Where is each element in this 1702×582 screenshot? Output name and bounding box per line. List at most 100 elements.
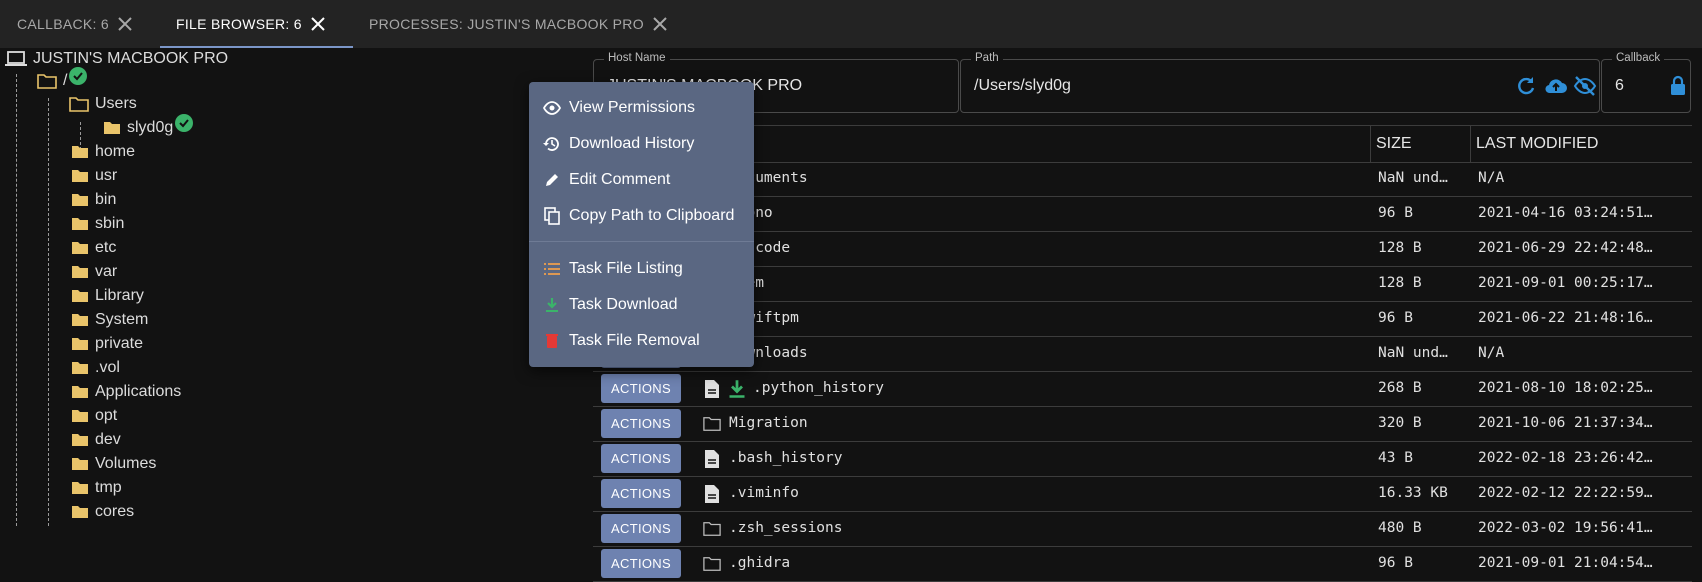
tree-node-dir[interactable]: sbin	[71, 215, 124, 233]
menu-item-view-permissions[interactable]: View Permissions	[543, 93, 695, 123]
table-row[interactable]: ACTIONS.mono96 B2021-04-16 03:24:51…	[593, 196, 1692, 232]
callback-field[interactable]: Callback 6	[1601, 52, 1691, 113]
tree-node-root-dir[interactable]: /	[37, 67, 88, 90]
actions-button[interactable]: ACTIONS	[601, 444, 681, 473]
callback-value: 6	[1615, 77, 1624, 94]
close-icon[interactable]	[117, 16, 133, 32]
tree-root-label: JUSTIN'S MACBOOK PRO	[33, 50, 229, 67]
trash-icon	[543, 332, 561, 350]
folder-icon	[72, 290, 88, 302]
file-modified: N/A	[1478, 345, 1505, 361]
file-name[interactable]: .gem	[729, 266, 1329, 301]
actions-button[interactable]: ACTIONS	[601, 514, 681, 543]
tab-callback[interactable]: CALLBACK: 6	[17, 0, 133, 48]
file-modified: 2022-02-12 22:22:59…	[1478, 485, 1653, 501]
tree-node-user[interactable]: slyd0g	[103, 114, 194, 137]
folder-icon	[72, 242, 88, 254]
tree-node-dir[interactable]: private	[71, 335, 143, 353]
table-row[interactable]: ACTIONS .python_history 268 B 2021-08-10 18…	[593, 371, 1692, 407]
file-icon	[705, 450, 719, 468]
file-name[interactable]: .python_history	[753, 371, 1353, 406]
folder-outline-icon	[703, 557, 721, 571]
close-icon[interactable]	[310, 16, 326, 32]
file-size: 43 B	[1378, 450, 1413, 466]
tree-guide	[16, 74, 17, 526]
tree-node-label: private	[95, 335, 144, 352]
file-name[interactable]: .vscode	[729, 231, 1329, 266]
tree-node-dir[interactable]: home	[71, 143, 135, 161]
column-header-size[interactable]: SIZE	[1370, 126, 1470, 162]
table-row[interactable]: ACTIONSDocumentsNaN und…N/A	[593, 161, 1692, 197]
refresh-icon[interactable]	[1514, 74, 1538, 98]
file-name[interactable]: Downloads	[729, 336, 1329, 371]
menu-item-label: Copy Path to Clipboard	[569, 207, 735, 224]
tree-node-dir[interactable]: tmp	[71, 479, 122, 497]
menu-item-label: Edit Comment	[569, 171, 671, 188]
folder-icon	[72, 146, 88, 158]
eye-off-icon[interactable]	[1573, 74, 1597, 98]
file-name[interactable]: Documents	[729, 161, 1329, 196]
table-row[interactable]: ACTIONSDownloadsNaN und…N/A	[593, 336, 1692, 372]
menu-item-edit-comment[interactable]: Edit Comment	[543, 165, 670, 195]
folder-icon	[104, 122, 120, 134]
table-row[interactable]: ACTIONS .viminfo 16.33 KB 2022-02-12 22:22:…	[593, 476, 1692, 512]
tab-processes[interactable]: PROCESSES: JUSTIN'S MACBOOK PRO	[369, 0, 668, 48]
tab-processes-label: PROCESSES: JUSTIN'S MACBOOK PRO	[369, 16, 644, 32]
column-header-modified[interactable]: LAST MODIFIED	[1470, 126, 1692, 162]
file-name[interactable]: .ghidra	[729, 546, 1329, 581]
tree-node-dir[interactable]: etc	[71, 239, 116, 257]
file-name[interactable]: .bash_history	[729, 441, 1329, 476]
menu-item-label: View Permissions	[569, 99, 695, 116]
actions-button[interactable]: ACTIONS	[601, 374, 681, 403]
tree-node-dir[interactable]: System	[71, 311, 148, 329]
table-row[interactable]: ACTIONS.swiftpm96 B2021-06-22 21:48:16…	[593, 301, 1692, 337]
tree-node-dir[interactable]: bin	[71, 191, 116, 209]
tree-node-dir[interactable]: cores	[71, 503, 134, 521]
file-name[interactable]: Migration	[729, 406, 1329, 441]
menu-item-task-file-listing[interactable]: Task File Listing	[543, 254, 683, 284]
tab-file-browser[interactable]: FILE BROWSER: 6	[176, 0, 326, 48]
tree-node-dir[interactable]: opt	[71, 407, 117, 425]
menu-item-task-file-removal[interactable]: Task File Removal	[543, 326, 700, 356]
tree-node-dir[interactable]: Applications	[71, 383, 181, 401]
menu-item-task-download[interactable]: Task Download	[543, 290, 678, 320]
table-row[interactable]: ACTIONS.gem128 B2021-09-01 00:25:17…	[593, 266, 1692, 302]
actions-button[interactable]: ACTIONS	[601, 549, 681, 578]
tree-node-dir[interactable]: var	[71, 263, 117, 281]
copy-icon	[543, 207, 561, 225]
lock-icon[interactable]	[1666, 74, 1690, 98]
tree-node-dir[interactable]: usr	[71, 167, 117, 185]
folder-icon	[72, 386, 88, 398]
tree-node-users[interactable]: Users	[69, 95, 137, 113]
tree-node-dir[interactable]: dev	[71, 431, 121, 449]
table-row[interactable]: ACTIONS Migration 320 B 2021-10-06 21:37:34…	[593, 406, 1692, 442]
menu-item-copy-path[interactable]: Copy Path to Clipboard	[543, 201, 734, 231]
table-row[interactable]: ACTIONS .ghidra 96 B 2021-09-01 21:04:54…	[593, 546, 1692, 582]
tree-node-label: .vol	[95, 359, 120, 376]
tree-node-dir[interactable]: Library	[71, 287, 144, 305]
upload-cloud-icon[interactable]	[1544, 74, 1568, 98]
file-name[interactable]: .swiftpm	[729, 301, 1329, 336]
folder-icon	[72, 482, 88, 494]
file-size: NaN und…	[1378, 345, 1448, 361]
actions-button[interactable]: ACTIONS	[601, 479, 681, 508]
actions-button[interactable]: ACTIONS	[601, 409, 681, 438]
file-name[interactable]: .viminfo	[729, 476, 1329, 511]
file-name[interactable]: .mono	[729, 196, 1329, 231]
tree-node-dir[interactable]: Volumes	[71, 455, 156, 473]
table-row[interactable]: ACTIONS .zsh_sessions 480 B 2022-03-02 19:5…	[593, 511, 1692, 547]
tree-node-label: System	[95, 311, 149, 328]
laptop-icon	[5, 51, 27, 66]
tree-node-dir[interactable]: .vol	[71, 359, 120, 377]
file-modified: 2021-09-01 21:04:54…	[1478, 555, 1653, 571]
table-row[interactable]: ACTIONS.vscode128 B2021-06-29 22:42:48…	[593, 231, 1692, 267]
file-size: 128 B	[1378, 240, 1422, 256]
close-icon[interactable]	[652, 16, 668, 32]
file-size: 96 B	[1378, 310, 1413, 326]
menu-item-download-history[interactable]: Download History	[543, 129, 694, 159]
tree-root-host[interactable]: JUSTIN'S MACBOOK PRO	[5, 50, 228, 68]
file-name[interactable]: .zsh_sessions	[729, 511, 1329, 546]
file-icon	[705, 380, 719, 398]
path-field[interactable]: Path /Users/slyd0g	[960, 52, 1600, 113]
table-row[interactable]: ACTIONS .bash_history 43 B 2022-02-18 23:26…	[593, 441, 1692, 477]
